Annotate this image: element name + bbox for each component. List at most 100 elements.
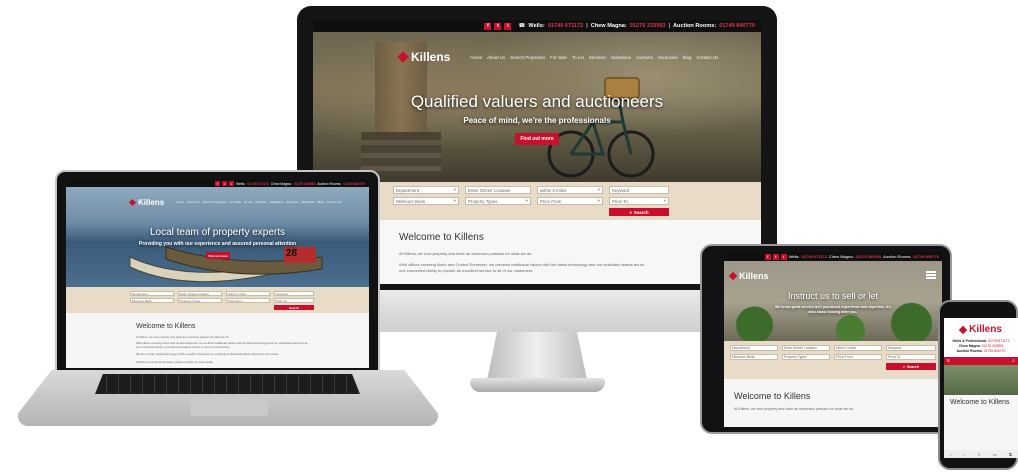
search-button[interactable]: Search <box>274 305 314 310</box>
nav-home[interactable]: Home <box>176 200 184 204</box>
nav-blog[interactable]: Blog <box>318 200 324 204</box>
auction-phone[interactable]: 01749 840770 <box>343 182 365 186</box>
chew-label: Chew Magna: <box>270 181 292 186</box>
search-keyword[interactable]: Keyword <box>886 345 936 351</box>
search-department[interactable]: Department <box>730 345 778 351</box>
nav-contact[interactable]: Contact Us <box>327 200 342 204</box>
search-price-to[interactable]: Price To ▾ <box>609 197 669 205</box>
search-keyword-label: Keyword <box>612 187 630 193</box>
search-min-beds[interactable]: Minimum Beds ▾ <box>393 197 459 205</box>
search-min-beds-label: Minimum Beds <box>732 355 755 359</box>
menu-icon[interactable] <box>926 271 936 279</box>
nav-auctions[interactable]: Auctions <box>636 55 653 60</box>
tabs-icon[interactable]: ⧉ <box>1009 452 1012 457</box>
nav-search[interactable]: Search Properties <box>203 200 227 204</box>
search-department-label: Department <box>396 187 419 193</box>
laptop-welcome-p1: At Killens, we love property and have an… <box>136 335 230 339</box>
search-price-from-label: Price From <box>540 198 562 204</box>
search-radius[interactable]: within 0 miles <box>834 345 882 351</box>
search-price-from[interactable]: Price From ▾ <box>537 197 603 205</box>
back-icon[interactable]: ‹ <box>950 452 951 457</box>
facebook-icon[interactable]: f <box>764 253 771 260</box>
nav-vacancies[interactable]: Vacancies <box>658 55 678 60</box>
instagram-icon[interactable]: i <box>504 22 512 30</box>
search-button[interactable]: ⌕ Search <box>886 363 936 370</box>
nav-for-sale[interactable]: For Sale <box>230 200 241 204</box>
nav-for-sale[interactable]: For Sale <box>550 55 567 60</box>
nav-auctions[interactable]: Auctions <box>286 200 298 204</box>
phone-logo[interactable]: Killens <box>944 324 1018 335</box>
bookmarks-icon[interactable]: ▭ <box>993 452 997 457</box>
tablet-welcome: Welcome to Killens At Killens, we love p… <box>724 379 942 411</box>
search-radius[interactable]: within 0 miles <box>226 291 270 296</box>
phone-auction-phone[interactable]: 01749 840770 <box>984 349 1006 353</box>
nav-services[interactable]: Services <box>589 55 606 60</box>
forward-icon[interactable]: › <box>964 452 965 457</box>
menu-icon[interactable]: ≡ <box>947 358 950 364</box>
auction-phone[interactable]: 01749 840770 <box>719 23 755 29</box>
search-icon[interactable]: ⌕ <box>1012 358 1015 364</box>
nav-contact[interactable]: Contact Us <box>696 55 718 60</box>
phone-wells-phone[interactable]: 01749 671172 <box>988 339 1009 343</box>
chew-phone[interactable]: 01275 333993 <box>630 23 666 29</box>
laptop-logo[interactable]: Killens <box>128 197 165 207</box>
search-keyword[interactable]: Keyword <box>609 186 669 194</box>
search-price-to[interactable]: Price To <box>886 354 936 360</box>
search-button[interactable]: ⌕ Search <box>609 208 669 216</box>
search-radius-label: within 0 miles <box>228 291 247 296</box>
logo-text: Killens <box>138 197 165 207</box>
wells-phone[interactable]: 01749 671172 <box>802 254 827 259</box>
search-location[interactable]: Enter Street/ Location <box>782 345 830 351</box>
search-department[interactable]: Department <box>130 291 174 296</box>
nav-valuations[interactable]: Valuations <box>270 200 284 204</box>
wells-phone[interactable]: 01749 671172 <box>247 182 269 186</box>
search-department[interactable]: Department ▾ <box>393 186 459 194</box>
tablet-logo[interactable]: Killens <box>728 271 769 281</box>
search-location[interactable]: Enter Street/ Location <box>178 291 222 296</box>
instagram-icon[interactable]: i <box>780 253 787 260</box>
laptop-hero-button[interactable]: Find out more <box>206 252 230 259</box>
search-property-types[interactable]: Property Types <box>782 354 830 360</box>
chew-phone[interactable]: 01275 333993 <box>294 182 316 186</box>
nav-valuations[interactable]: Valuations <box>611 55 631 60</box>
phone-chew-phone[interactable]: 01275 333993 <box>982 344 1004 348</box>
laptop-welcome-title: Welcome to Killens <box>136 323 196 330</box>
search-location[interactable]: Enter Street/ Location <box>465 186 531 194</box>
nav-vacancies[interactable]: Vacancies <box>301 200 315 204</box>
nav-to-let[interactable]: To Let <box>572 55 584 60</box>
bicycle-image <box>547 77 655 178</box>
search-keyword-label: Keyword <box>276 291 288 296</box>
facebook-icon[interactable]: f <box>484 22 492 30</box>
instagram-icon[interactable]: i <box>229 181 235 186</box>
twitter-icon[interactable]: t <box>494 22 502 30</box>
twitter-icon[interactable]: t <box>222 181 228 186</box>
nav-blog[interactable]: Blog <box>683 55 692 60</box>
auction-phone[interactable]: 01749 840770 <box>913 254 939 259</box>
search-price-from[interactable]: Price From <box>226 298 270 303</box>
facebook-icon[interactable]: f <box>215 181 221 186</box>
nav-about[interactable]: About Us <box>487 55 505 60</box>
search-min-beds[interactable]: Minimum Beds <box>730 354 778 360</box>
laptop-keyboard <box>95 374 360 394</box>
search-radius[interactable]: within 0 miles ▾ <box>537 186 603 194</box>
laptop-hero-subtitle: Providing you with our experience and as… <box>138 241 297 247</box>
twitter-icon[interactable]: t <box>772 253 779 260</box>
nav-to-let[interactable]: To Let <box>244 200 252 204</box>
nav-search[interactable]: Search Properties <box>510 55 545 60</box>
search-keyword[interactable]: Keyword <box>274 291 314 296</box>
wells-phone[interactable]: 01749 671172 <box>548 23 583 29</box>
search-property-types[interactable]: Property Types <box>178 298 222 303</box>
chew-phone[interactable]: 01275 333993 <box>856 254 882 259</box>
laptop-hero: 28 Killens Home About Us Search Properti… <box>66 187 369 287</box>
nav-about[interactable]: About Us <box>187 200 199 204</box>
share-icon[interactable]: ⇧ <box>977 452 980 457</box>
search-min-beds[interactable]: Minimum Beds <box>130 298 174 303</box>
desktop-hero-button[interactable]: Find out more <box>515 133 559 145</box>
auction-label: Auction Rooms: <box>883 254 912 259</box>
search-property-types[interactable]: Property Types ▾ <box>465 197 531 205</box>
search-price-to[interactable]: Price To <box>274 298 314 303</box>
nav-services[interactable]: Services <box>255 200 267 204</box>
desktop-logo[interactable]: Killens <box>397 50 450 64</box>
nav-home[interactable]: Home <box>470 55 482 60</box>
search-price-from[interactable]: Price From <box>834 354 882 360</box>
